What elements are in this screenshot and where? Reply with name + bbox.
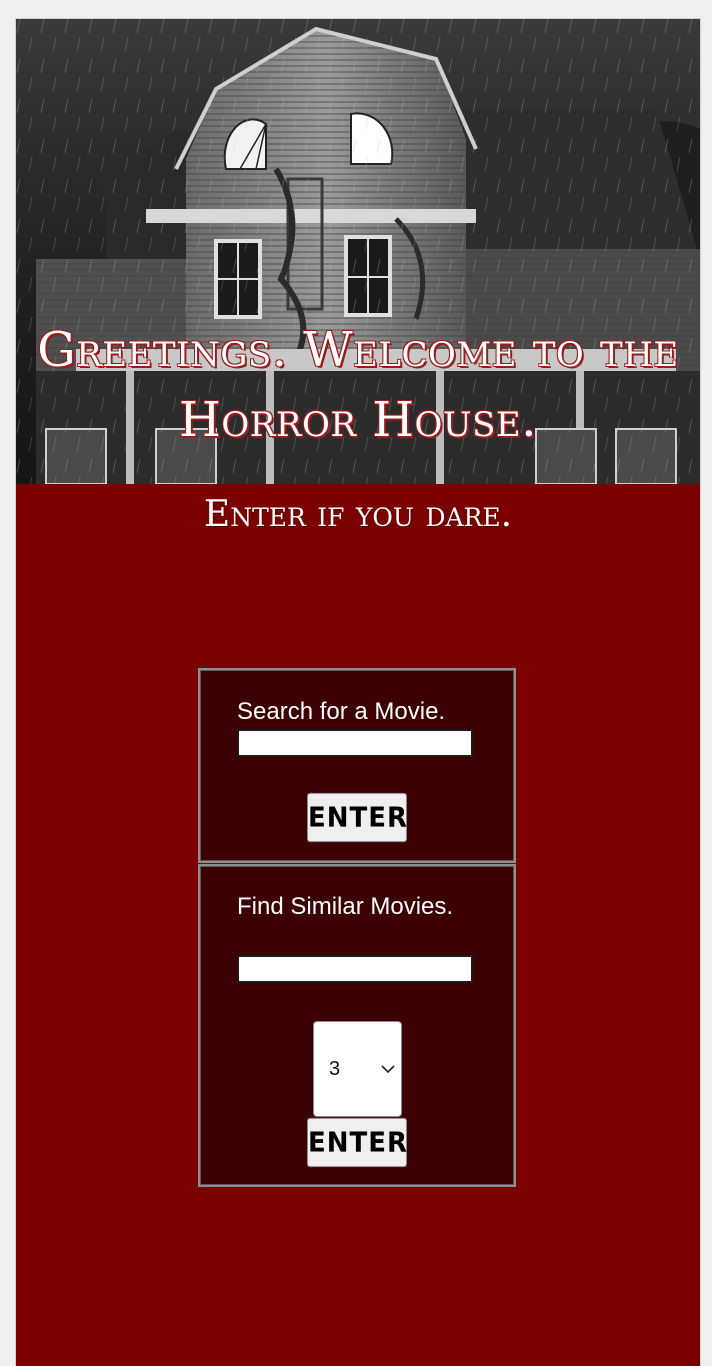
chevron-down-icon bbox=[381, 1065, 395, 1074]
similar-movies-panel: Find Similar Movies. 3 ENTER bbox=[198, 864, 516, 1187]
page-frame: Greetings. Welcome to the Horror House. … bbox=[16, 19, 700, 1366]
similar-movie-input[interactable] bbox=[237, 955, 473, 983]
search-label: Search for a Movie. bbox=[237, 698, 446, 725]
similar-label: Find Similar Movies. bbox=[237, 893, 454, 920]
hero-banner: Greetings. Welcome to the Horror House. bbox=[16, 19, 700, 484]
result-count-select[interactable]: 3 bbox=[313, 1021, 402, 1117]
tagline: Enter if you dare. bbox=[203, 494, 513, 535]
search-enter-button[interactable]: ENTER bbox=[307, 792, 407, 843]
page-title: Greetings. Welcome to the Horror House. bbox=[37, 322, 679, 448]
similar-enter-button[interactable]: ENTER bbox=[307, 1117, 407, 1168]
movie-search-input[interactable] bbox=[237, 729, 473, 757]
result-count-value: 3 bbox=[329, 1058, 341, 1080]
search-panel: Search for a Movie. ENTER bbox=[198, 668, 516, 863]
